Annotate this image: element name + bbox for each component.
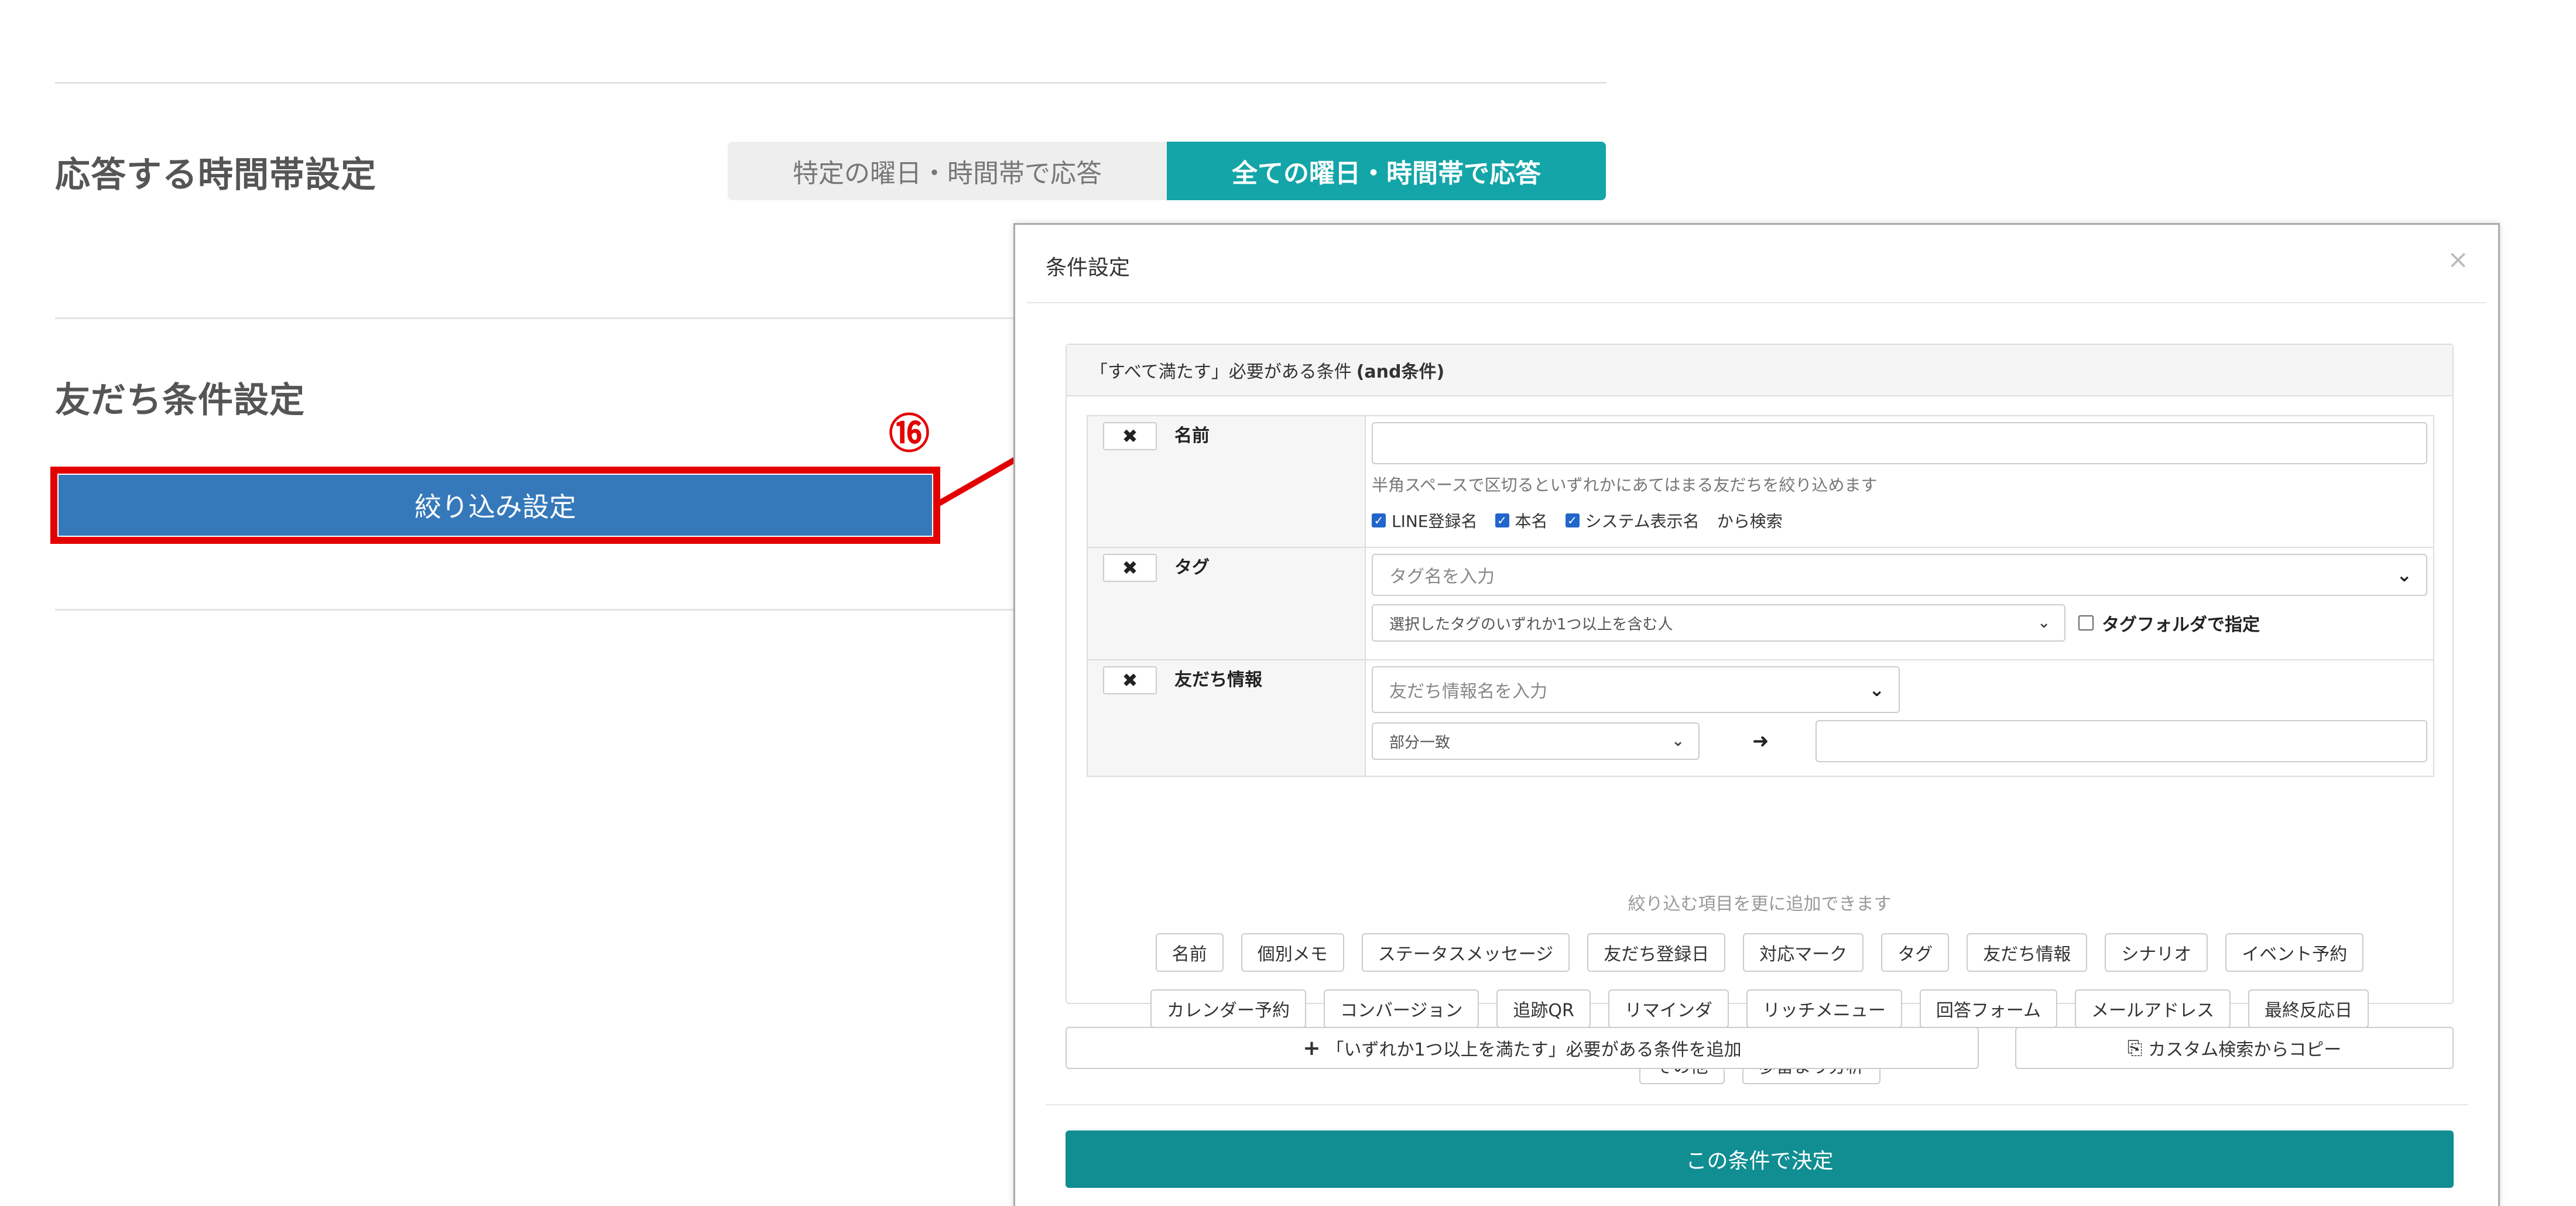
add-or-condition-label: 「いずれか1つ以上を満たす」必要がある条件を追加: [1326, 1040, 1742, 1060]
chip-event-reservation[interactable]: イベント予約: [2225, 933, 2364, 972]
modal-header-divider: [1027, 302, 2486, 303]
and-condition-label: 「すべて満たす」必要がある条件: [1090, 362, 1352, 382]
specific-time-option[interactable]: 特定の曜日・時間帯で応答: [728, 142, 1167, 200]
chevron-down-icon: ⌄: [2037, 614, 2050, 632]
condition-name-label: 名前: [1174, 426, 1210, 446]
remove-condition-button[interactable]: ✖: [1103, 666, 1157, 694]
remove-condition-button[interactable]: ✖: [1103, 422, 1157, 450]
chip-name[interactable]: 名前: [1155, 933, 1224, 972]
add-or-condition-button[interactable]: + 「いずれか1つ以上を満たす」必要がある条件を追加: [1066, 1027, 1979, 1069]
condition-row-friend-info: ✖ 友だち情報 友だち情報名を入力 ⌄ 部分一致 ⌄ ➜: [1088, 660, 2433, 776]
confirm-condition-button[interactable]: この条件で決定: [1066, 1130, 2454, 1188]
arrow-right-icon: ➜: [1752, 729, 1769, 753]
chip-reminder[interactable]: リマインダ: [1608, 989, 1729, 1028]
tag-name-select[interactable]: タグ名を入力 ⌄: [1372, 554, 2427, 596]
chip-calendar-reservation[interactable]: カレンダー予約: [1150, 989, 1306, 1028]
chevron-down-icon: ⌄: [1671, 732, 1684, 750]
remove-condition-button[interactable]: ✖: [1103, 554, 1157, 582]
condition-label-cell: ✖ 友だち情報: [1088, 660, 1366, 776]
condition-label-cell: ✖ タグ: [1088, 548, 1366, 659]
condition-table: ✖ 名前 半角スペースで区切るといずれかにあてはまる友だちを絞り込めます ✓ LI…: [1087, 415, 2434, 777]
chip-memo[interactable]: 個別メモ: [1241, 933, 1344, 972]
checkbox-icon: [2078, 615, 2094, 631]
chip-rich-menu[interactable]: リッチメニュー: [1746, 989, 1902, 1028]
chip-scenario[interactable]: シナリオ: [2105, 933, 2208, 972]
copy-label: カスタム検索からコピー: [2148, 1040, 2342, 1060]
match-type-select[interactable]: 部分一致 ⌄: [1372, 722, 1700, 760]
checked-icon: ✓: [1495, 513, 1509, 527]
chip-conversion[interactable]: コンバージョン: [1324, 989, 1479, 1028]
check-display-name[interactable]: ✓ システム表示名: [1565, 509, 1700, 532]
chip-email[interactable]: メールアドレス: [2074, 989, 2231, 1028]
condition-tag-label: タグ: [1174, 557, 1210, 578]
chip-last-reaction[interactable]: 最終反応日: [2248, 989, 2369, 1028]
chip-answer-form[interactable]: 回答フォーム: [1919, 989, 2057, 1028]
chip-tracking-qr[interactable]: 追跡QR: [1496, 989, 1591, 1028]
top-divider: [55, 82, 1606, 84]
chip-registration-date[interactable]: 友だち登録日: [1587, 933, 1726, 972]
name-search-hint: 半角スペースで区切るといずれかにあてはまる友だちを絞り込めます: [1372, 475, 1878, 495]
copy-from-custom-search-button[interactable]: ⎘ カスタム検索からコピー: [2015, 1027, 2454, 1069]
check-line-name[interactable]: ✓ LINE登録名: [1372, 509, 1478, 532]
name-search-scope: ✓ LINE登録名 ✓ 本名 ✓ システム表示名 から検索: [1372, 509, 2427, 532]
condition-label-cell: ✖ 名前: [1088, 416, 1366, 547]
friend-condition-title: 友だち条件設定: [55, 380, 305, 421]
tag-mode-select[interactable]: 選択したタグのいずれか1つ以上を含む人 ⌄: [1372, 604, 2065, 642]
step-number-annotation: ⑯: [889, 409, 930, 458]
add-condition-hint: 絞り込む項目を更に追加できます: [1628, 894, 1892, 914]
and-condition-header: 「すべて満たす」必要がある条件 (and条件): [1067, 345, 2452, 396]
close-icon[interactable]: ×: [2447, 245, 2469, 275]
tag-mode-value: 選択したタグのいずれか1つ以上を含む人: [1389, 615, 1673, 633]
and-condition-label-bold: (and条件): [1356, 362, 1445, 382]
condition-friend-info-label: 友だち情報: [1174, 670, 1262, 690]
search-suffix: から検索: [1717, 512, 1783, 531]
match-type-value: 部分一致: [1389, 734, 1451, 752]
condition-settings-modal: 条件設定 × 「すべて満たす」必要がある条件 (and条件) ✖ 名前 半角スペ…: [1013, 223, 2500, 1206]
checked-icon: ✓: [1565, 513, 1580, 527]
chip-tag[interactable]: タグ: [1881, 933, 1950, 972]
plus-icon: +: [1303, 1036, 1321, 1060]
modal-footer-divider: [1046, 1104, 2468, 1105]
all-time-option[interactable]: 全ての曜日・時間帯で応答: [1167, 142, 1606, 200]
bottom-divider: [55, 609, 1050, 611]
checked-icon: ✓: [1372, 513, 1386, 527]
condition-name-body: 半角スペースで区切るといずれかにあてはまる友だちを絞り込めます ✓ LINE登録名…: [1366, 416, 2433, 547]
chip-status-message[interactable]: ステータスメッセージ: [1361, 933, 1570, 972]
chip-friend-info[interactable]: 友だち情報: [1967, 933, 2088, 972]
condition-friend-info-body: 友だち情報名を入力 ⌄ 部分一致 ⌄ ➜: [1366, 660, 2433, 776]
friend-info-select[interactable]: 友だち情報名を入力 ⌄: [1372, 666, 1900, 713]
tag-folder-check[interactable]: タグフォルダで指定: [2078, 610, 2260, 636]
filter-settings-button[interactable]: 絞り込み設定: [59, 475, 932, 536]
chevron-down-icon: ⌄: [1869, 679, 1885, 701]
condition-row-tag: ✖ タグ タグ名を入力 ⌄ 選択したタグのいずれか1つ以上を含む人 ⌄ タグフォ…: [1088, 548, 2433, 660]
name-search-input[interactable]: [1372, 422, 2427, 464]
tag-name-placeholder: タグ名を入力: [1389, 567, 1495, 587]
check-real-name[interactable]: ✓ 本名: [1495, 509, 1548, 532]
copy-icon: ⎘: [2127, 1036, 2143, 1059]
friend-info-placeholder: 友だち情報名を入力: [1389, 681, 1547, 702]
condition-tag-body: タグ名を入力 ⌄ 選択したタグのいずれか1つ以上を含む人 ⌄ タグフォルダで指定: [1366, 548, 2433, 659]
and-condition-panel: 「すべて満たす」必要がある条件 (and条件) ✖ 名前 半角スペースで区切ると…: [1066, 344, 2454, 1084]
condition-row-name: ✖ 名前 半角スペースで区切るといずれかにあてはまる友だちを絞り込めます ✓ LI…: [1088, 416, 2433, 548]
time-setting-title: 応答する時間帯設定: [55, 155, 376, 196]
friend-info-value-input[interactable]: [1815, 720, 2427, 762]
modal-title: 条件設定: [1046, 256, 1131, 280]
chip-response-mark[interactable]: 対応マーク: [1743, 933, 1864, 972]
chevron-down-icon: ⌄: [2396, 564, 2412, 586]
